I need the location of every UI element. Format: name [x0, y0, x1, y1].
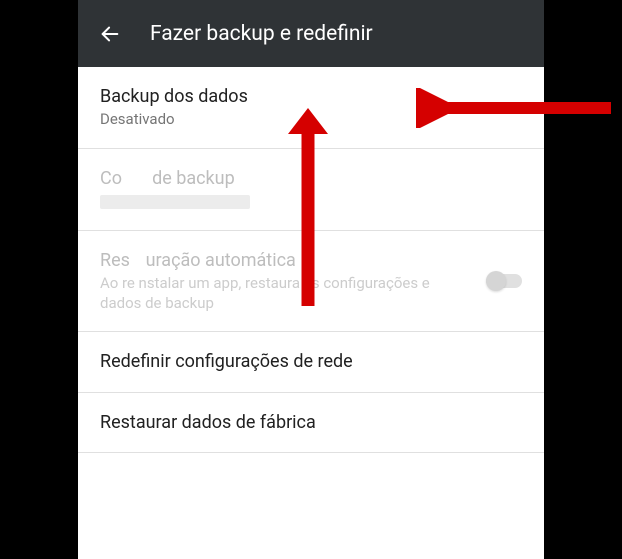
item-subtitle [100, 192, 522, 212]
item-title: Restaurar dados de fábrica [100, 411, 522, 434]
item-backup-account: Conta de backup [78, 149, 544, 231]
app-bar: Fazer backup e redefinir [78, 0, 544, 67]
settings-list: Backup dos dados Desativado Conta de bac… [78, 67, 544, 453]
item-factory-reset[interactable]: Restaurar dados de fábrica [78, 393, 544, 453]
redacted-text [100, 195, 250, 209]
item-reset-network[interactable]: Redefinir configurações de rede [78, 332, 544, 392]
item-title: Backup dos dados [100, 85, 522, 108]
item-backup-data[interactable]: Backup dos dados Desativado [78, 67, 544, 149]
item-title: Redefinir configurações de rede [100, 350, 522, 373]
back-arrow-icon[interactable] [98, 22, 122, 46]
toggle-switch [486, 274, 522, 288]
page-title: Fazer backup e redefinir [150, 22, 373, 46]
item-subtitle: Ao reinstalar um app, restaura as config… [100, 274, 474, 313]
item-auto-restore: Restauração automática Ao reinstalar um … [78, 231, 544, 332]
item-title: Restauração automática [100, 249, 474, 272]
item-title: Conta de backup [100, 167, 522, 190]
settings-screen: Fazer backup e redefinir Backup dos dado… [78, 0, 544, 559]
item-subtitle: Desativado [100, 110, 522, 130]
